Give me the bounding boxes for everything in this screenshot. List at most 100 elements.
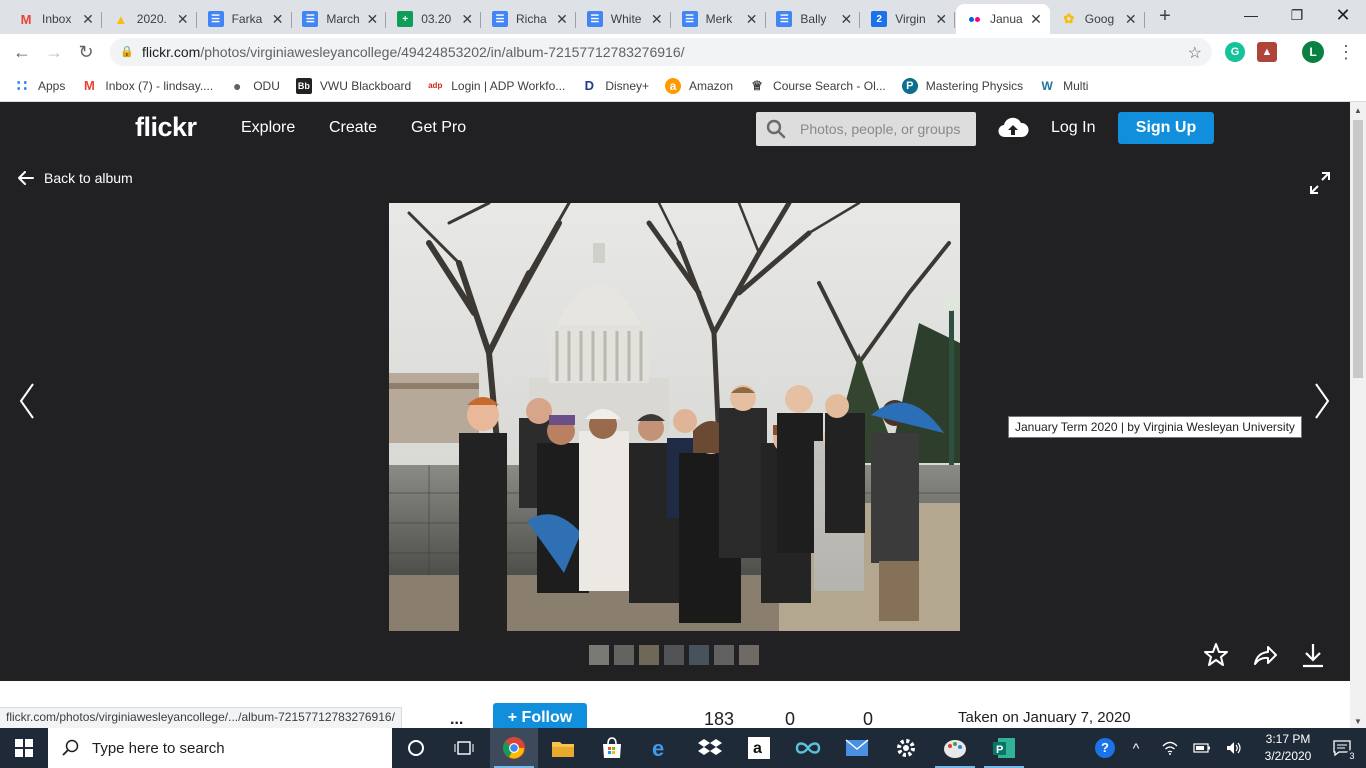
settings-icon[interactable]	[882, 728, 930, 768]
browser-tab[interactable]: ☰ White ✕	[577, 4, 671, 34]
bookmark-item[interactable]: ∷ Apps	[14, 78, 65, 95]
minimize-button[interactable]: —	[1228, 0, 1274, 30]
album-thumbnail[interactable]	[589, 645, 609, 665]
tab-close-icon[interactable]: ✕	[838, 11, 854, 27]
share-icon[interactable]	[1252, 642, 1278, 668]
publisher-icon[interactable]: P	[980, 728, 1028, 768]
bookmark-item[interactable]: P Mastering Physics	[901, 77, 1023, 94]
search-box[interactable]	[756, 112, 976, 146]
grammarly-icon[interactable]: G	[1225, 42, 1245, 62]
restore-button[interactable]: ❐	[1274, 0, 1320, 30]
fullscreen-icon[interactable]	[1310, 172, 1330, 194]
edge-icon[interactable]: e	[637, 728, 685, 768]
browser-tab[interactable]: ☰ March ✕	[292, 4, 387, 34]
show-hidden-icons-chevron-icon[interactable]: ^	[1124, 728, 1148, 768]
browser-tab[interactable]: ✿ Goog ✕	[1051, 4, 1145, 34]
login-link[interactable]: Log In	[1051, 119, 1095, 137]
tab-close-icon[interactable]: ✕	[933, 11, 949, 27]
back-nav-icon[interactable]: ←	[10, 40, 34, 64]
lock-icon: 🔒	[120, 46, 134, 58]
tab-close-icon[interactable]: ✕	[270, 11, 286, 27]
bookmark-item[interactable]: adp Login | ADP Workfo...	[427, 78, 565, 94]
notifications-icon[interactable]: 3	[1322, 728, 1362, 768]
previous-photo-icon[interactable]	[18, 382, 36, 420]
bookmark-item[interactable]: a Amazon	[665, 77, 733, 94]
profile-avatar[interactable]: L	[1302, 41, 1324, 63]
tab-close-icon[interactable]: ✕	[364, 11, 380, 27]
reload-icon[interactable]: ↻	[74, 40, 98, 64]
scroll-down-icon[interactable]: ▼	[1354, 717, 1362, 726]
nav-create[interactable]: Create	[329, 119, 377, 137]
album-thumbnail[interactable]	[664, 645, 684, 665]
main-photo[interactable]	[389, 203, 960, 631]
browser-tab[interactable]: +03.20 ✕	[387, 4, 482, 34]
tab-close-icon[interactable]: ✕	[80, 11, 96, 27]
nav-explore[interactable]: Explore	[241, 119, 295, 137]
download-icon[interactable]	[1300, 642, 1326, 668]
pdf-extension-icon[interactable]: ▲	[1257, 42, 1277, 62]
paint-icon[interactable]	[931, 728, 979, 768]
file-explorer-icon[interactable]	[539, 728, 587, 768]
favorite-star-icon[interactable]	[1203, 642, 1229, 668]
docs-icon: ☰	[302, 11, 319, 27]
taskbar-search-box[interactable]: Type here to search	[48, 728, 392, 768]
browser-tab[interactable]: ▲ 2020. ✕	[103, 4, 197, 34]
tab-close-icon[interactable]: ✕	[744, 11, 760, 27]
chrome-icon[interactable]	[490, 728, 538, 768]
close-window-button[interactable]: ✕	[1320, 0, 1366, 30]
cortana-icon[interactable]	[392, 728, 440, 768]
chrome-menu-icon[interactable]: ⋮	[1334, 40, 1358, 64]
search-input[interactable]	[800, 121, 970, 137]
store-icon[interactable]	[588, 728, 636, 768]
flickr-logo[interactable]: flickr	[135, 112, 197, 143]
bookmark-item[interactable]: W Multi	[1039, 78, 1088, 94]
battery-icon[interactable]	[1190, 728, 1214, 768]
album-thumbnail[interactable]	[714, 645, 734, 665]
volume-icon[interactable]	[1222, 728, 1246, 768]
tab-close-icon[interactable]: ✕	[459, 11, 475, 27]
browser-tab[interactable]: M Inbox ✕	[8, 4, 102, 34]
page-scrollbar[interactable]: ▲ ▼	[1350, 102, 1366, 728]
upload-cloud-icon[interactable]	[997, 115, 1029, 141]
infinity-icon[interactable]	[784, 728, 832, 768]
task-view-icon[interactable]	[440, 728, 488, 768]
forward-nav-icon[interactable]: →	[42, 40, 66, 64]
help-icon[interactable]: ?	[1090, 728, 1120, 768]
address-bar[interactable]: 🔒 flickr.com/photos/virginiawesleyancoll…	[110, 38, 1212, 66]
browser-tab[interactable]: ☰ Merk ✕	[672, 4, 766, 34]
mail-icon[interactable]	[833, 728, 881, 768]
system-clock[interactable]: 3:17 PM 3/2/2020	[1256, 731, 1320, 765]
tab-close-icon[interactable]: ✕	[175, 11, 191, 27]
bookmark-item[interactable]: D Disney+	[581, 78, 649, 94]
follow-button[interactable]: + Follow	[493, 703, 587, 728]
bookmark-item[interactable]: M Inbox (7) - lindsay....	[81, 78, 213, 94]
album-thumbnail[interactable]	[689, 645, 709, 665]
tab-close-icon[interactable]: ✕	[554, 11, 570, 27]
signup-button[interactable]: Sign Up	[1118, 112, 1214, 144]
start-button[interactable]	[0, 728, 48, 768]
tab-close-icon[interactable]: ✕	[649, 11, 665, 27]
dropbox-icon[interactable]	[686, 728, 734, 768]
scrollbar-thumb[interactable]	[1353, 120, 1363, 378]
browser-tab[interactable]: ☰ Farka ✕	[198, 4, 292, 34]
bookmark-item[interactable]: Bb VWU Blackboard	[295, 77, 411, 94]
tab-close-icon[interactable]: ✕	[1123, 11, 1139, 27]
browser-tab[interactable]: 2 Virgin ✕	[861, 4, 956, 34]
new-tab-button[interactable]: +	[1155, 6, 1175, 26]
bookmark-item[interactable]: ● ODU	[229, 78, 280, 94]
next-photo-icon[interactable]	[1313, 382, 1331, 420]
nav-get-pro[interactable]: Get Pro	[411, 119, 466, 137]
browser-tab[interactable]: ☰ Richa ✕	[482, 4, 576, 34]
back-to-album-link[interactable]: Back to album	[18, 170, 133, 186]
browser-tab[interactable]: Janua ✕	[956, 4, 1050, 34]
amazon-icon[interactable]: a	[735, 728, 783, 768]
bookmark-item[interactable]: ♕ Course Search - Ol...	[749, 78, 886, 94]
album-thumbnail[interactable]	[614, 645, 634, 665]
wifi-icon[interactable]	[1158, 728, 1182, 768]
tab-close-icon[interactable]: ✕	[1028, 11, 1044, 27]
browser-tab[interactable]: ☰ Bally ✕	[766, 4, 861, 34]
album-thumbnail[interactable]	[639, 645, 659, 665]
album-thumbnail[interactable]	[739, 645, 759, 665]
scroll-up-icon[interactable]: ▲	[1354, 106, 1362, 115]
bookmark-star-icon[interactable]: ☆	[1188, 43, 1202, 63]
